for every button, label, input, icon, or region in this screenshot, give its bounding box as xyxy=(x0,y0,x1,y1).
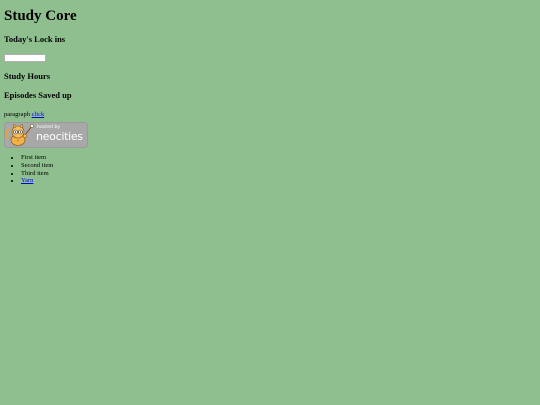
lock-ins-input[interactable] xyxy=(4,53,46,62)
click-link[interactable]: click xyxy=(32,111,45,118)
item-list: First item Second item Third item Yarn xyxy=(4,154,540,185)
neocities-badge[interactable]: hosted by neocities xyxy=(4,122,88,149)
list-item: First item xyxy=(21,154,540,162)
study-hours-heading: Study Hours xyxy=(4,70,51,81)
list-item: Second item xyxy=(21,162,540,170)
neocities-cat-icon xyxy=(5,123,34,147)
lock-ins-heading: Today's Lock ins xyxy=(4,33,66,44)
paragraph: paragraph click xyxy=(4,111,540,119)
badge-brand: neocities xyxy=(36,130,83,144)
page-title: Study Core xyxy=(4,8,77,24)
yarn-link[interactable]: Yarn xyxy=(21,177,33,184)
paragraph-text: paragraph xyxy=(4,110,30,118)
episodes-heading: Episodes Saved up xyxy=(4,90,72,101)
list-item-link: Yarn xyxy=(21,177,540,185)
list-item: Third item xyxy=(21,170,540,178)
input-row xyxy=(4,53,540,62)
